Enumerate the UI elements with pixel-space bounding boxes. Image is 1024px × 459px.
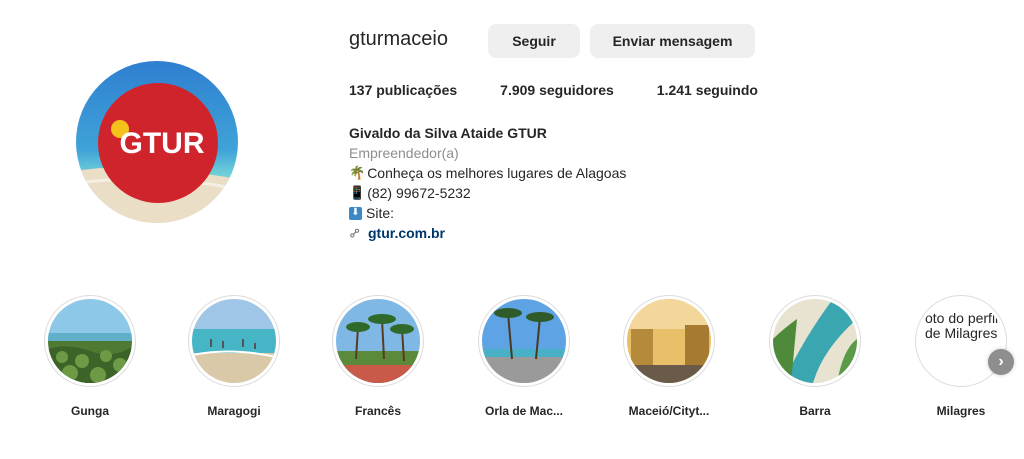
highlight-item[interactable]: Maceió/Cityt... <box>619 295 719 418</box>
highlight-label: Orla de Mac... <box>484 404 564 418</box>
highlight-cover[interactable] <box>188 295 280 387</box>
highlight-item[interactable]: Barra <box>765 295 865 418</box>
bio-phone: (82) 99672-5232 <box>367 185 471 201</box>
highlight-label: Francês <box>354 404 402 418</box>
bio-line: 📱 (82) 99672-5232 <box>349 183 626 203</box>
avatar-logo-text: GTUR <box>120 127 205 160</box>
full-name: Givaldo da Silva Ataide GTUR <box>349 125 547 141</box>
highlight-cover[interactable] <box>332 295 424 387</box>
category-label: Empreendedor(a) <box>349 145 459 161</box>
highlight-cover[interactable] <box>44 295 136 387</box>
highlight-label: Maragogi <box>207 404 261 418</box>
highlight-label: Milagres <box>936 404 986 418</box>
palm-tree-icon: 🌴 <box>349 165 366 180</box>
bio-line: ⬇ Site: <box>349 203 626 223</box>
highlight-label: Maceió/Cityt... <box>628 404 710 418</box>
highlight-label: Gunga <box>71 404 109 418</box>
followers-count[interactable]: 7.909 seguidores <box>500 82 614 98</box>
profile-avatar[interactable]: GTUR <box>76 61 238 223</box>
following-count[interactable]: 1.241 seguindo <box>657 82 758 98</box>
bio-text: Conheça os melhores lugares de Alagoas <box>367 165 627 181</box>
highlight-item[interactable]: Orla de Mac... <box>474 295 574 418</box>
down-arrow-icon: ⬇ <box>349 206 362 220</box>
follow-button[interactable]: Seguir <box>488 24 580 58</box>
highlight-cover[interactable] <box>478 295 570 387</box>
website-link[interactable]: ⧟ gtur.com.br <box>346 223 626 243</box>
website-text[interactable]: gtur.com.br <box>368 223 445 243</box>
highlight-cover[interactable] <box>769 295 861 387</box>
send-message-button[interactable]: Enviar mensagem <box>590 24 755 58</box>
posts-count: 137 publicações <box>349 82 458 98</box>
highlight-cover[interactable]: oto do perfil de Milagres <box>915 295 1007 387</box>
chevron-right-icon[interactable]: › <box>988 349 1014 375</box>
profile-bio: Givaldo da Silva Ataide GTUR Empreendedo… <box>346 123 626 243</box>
highlight-item[interactable]: Maragogi <box>184 295 284 418</box>
highlight-cover[interactable] <box>623 295 715 387</box>
highlight-item[interactable]: Gunga <box>40 295 140 418</box>
profile-username: gturmaceio <box>349 28 448 50</box>
highlight-label: Barra <box>799 404 831 418</box>
bio-text: Site: <box>366 205 395 221</box>
profile-stats: 137 publicações 7.909 seguidores 1.241 s… <box>349 82 801 98</box>
link-icon: ⧟ <box>346 224 363 242</box>
mobile-phone-icon: 📱 <box>349 185 366 200</box>
bio-line: 🌴 Conheça os melhores lugares de Alagoas <box>349 163 626 183</box>
highlight-item[interactable]: Francês <box>328 295 428 418</box>
